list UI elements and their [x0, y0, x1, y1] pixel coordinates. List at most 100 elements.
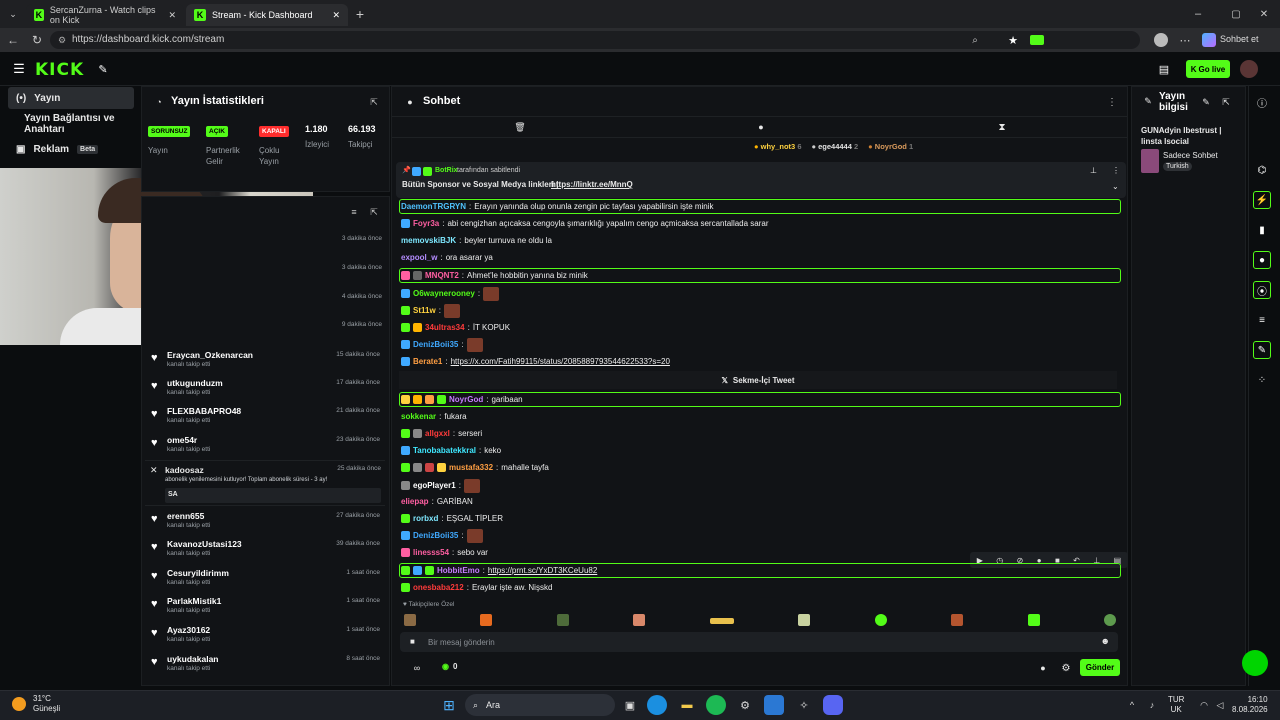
spotify-icon[interactable]: [706, 695, 726, 715]
tab-list-icon[interactable]: ⌄: [6, 8, 20, 20]
info-icon[interactable]: ⓘ: [1253, 93, 1271, 111]
site-info-icon[interactable]: ⚙: [56, 34, 68, 46]
send-button[interactable]: Gönder: [1080, 659, 1120, 676]
chevron-down-icon[interactable]: ⌄: [1112, 182, 1119, 191]
new-tab-icon[interactable]: +: [352, 6, 368, 22]
clock[interactable]: 16:10 8.08.2026: [1232, 695, 1268, 715]
chat-username[interactable]: DenizBoii35: [413, 531, 458, 540]
popout-icon[interactable]: ⇱: [368, 206, 380, 218]
chat-username[interactable]: eliepap: [401, 497, 429, 506]
browser-tab-dashboard[interactable]: K Stream - Kick Dashboard ✕: [186, 4, 348, 26]
unpin-icon[interactable]: ⊥: [1090, 166, 1097, 175]
emote-icon[interactable]: [480, 614, 493, 626]
more-icon[interactable]: ⋮: [1112, 166, 1120, 175]
chat-icon[interactable]: ●: [1253, 251, 1271, 269]
follower-name[interactable]: Eraycan_Ozkenarcan: [167, 350, 253, 360]
app-icon[interactable]: ✧: [794, 695, 814, 715]
emote-icon[interactable]: [798, 614, 811, 626]
theatre-icon[interactable]: ▤: [1156, 62, 1172, 76]
chat-username[interactable]: memovskiBJK: [401, 236, 456, 245]
chat-username[interactable]: MNQNT2: [425, 271, 459, 280]
chat-username[interactable]: Tanobabatekkral: [413, 446, 476, 455]
chat-with-label[interactable]: Sohbet et: [1220, 34, 1259, 44]
edge-icon[interactable]: [647, 695, 667, 715]
star-icon[interactable]: ★: [1006, 33, 1020, 47]
follower-name[interactable]: ome54r: [167, 435, 197, 445]
zoom-icon[interactable]: ⌕: [968, 33, 982, 47]
tag-chip[interactable]: Turkish: [1163, 162, 1192, 171]
back-icon[interactable]: ←: [6, 33, 20, 47]
gear-icon[interactable]: ⚙: [1060, 662, 1072, 674]
emote-icon[interactable]: [709, 618, 734, 624]
steam-icon[interactable]: ⚙: [735, 695, 755, 715]
emote-icon[interactable]: [404, 614, 416, 626]
chat-username[interactable]: onesbaba212: [413, 583, 464, 592]
chat-bubble-icon[interactable]: ●: [755, 121, 767, 133]
close-icon[interactable]: ✕: [332, 10, 340, 21]
chat-username[interactable]: sokkenar: [401, 412, 436, 421]
emote-icon[interactable]: [1103, 614, 1116, 626]
reload-icon[interactable]: ↻: [30, 33, 44, 47]
chat-bubble-icon[interactable]: ●: [1037, 662, 1049, 674]
taskbar-search[interactable]: ⌕ Ara: [465, 694, 615, 716]
chat-input-box[interactable]: ■ Bir mesaj gönderin ☻: [400, 632, 1118, 652]
chat-link[interactable]: https://prnt.sc/YxDT3KCeUu82: [488, 566, 597, 575]
chat-username[interactable]: egoPlayer1: [413, 481, 456, 490]
popout-icon[interactable]: ⇱: [1220, 96, 1232, 108]
hourglass-icon[interactable]: ⧗: [996, 121, 1008, 133]
kick-logo[interactable]: KICK: [35, 60, 84, 80]
bot-icon[interactable]: ⌬: [1253, 161, 1271, 179]
gifter-item[interactable]: ● ege44444 2: [811, 142, 858, 151]
tweet-embed[interactable]: 𝕏 Sekme-İçi Tweet: [399, 371, 1117, 389]
broadcast-icon[interactable]: ⦿: [1253, 281, 1271, 299]
avatar[interactable]: [1154, 33, 1168, 47]
close-window-icon[interactable]: ✕: [1256, 6, 1272, 22]
nav-item-stream[interactable]: (•) Yayın: [8, 87, 134, 109]
subscriber-name[interactable]: kadoosaz: [165, 465, 204, 475]
mic-icon[interactable]: ♪: [1142, 695, 1162, 715]
weather-widget[interactable]: 31°C Güneşli: [33, 694, 60, 714]
user-avatar[interactable]: [1240, 60, 1258, 78]
chat-username[interactable]: 34ultras34: [425, 323, 465, 332]
task-view-icon[interactable]: ▣: [620, 695, 640, 715]
nav-item-ads[interactable]: ▣ Reklam Beta: [8, 138, 134, 160]
trash-icon[interactable]: 🗑: [514, 121, 526, 133]
apps-icon[interactable]: ⁘: [1253, 371, 1271, 389]
popout-icon[interactable]: ⇱: [368, 96, 380, 108]
copilot-icon[interactable]: [1202, 33, 1216, 47]
language-indicator[interactable]: TUR UK: [1168, 695, 1184, 715]
emote-icon[interactable]: [874, 614, 887, 626]
menu-icon[interactable]: ☰: [12, 61, 26, 76]
browser-tab-clips[interactable]: K SercanZurna - Watch clips on Kick ✕: [26, 4, 184, 26]
folder-icon[interactable]: ▬: [677, 695, 697, 715]
chat-username[interactable]: mustafa332: [449, 463, 493, 472]
emote-icon[interactable]: [633, 614, 646, 626]
follower-name[interactable]: erenn655: [167, 511, 204, 521]
follower-name[interactable]: Ayaz30162: [167, 625, 210, 635]
document-icon[interactable]: ▮: [1253, 221, 1271, 239]
emote-icon[interactable]: [556, 614, 569, 626]
help-button[interactable]: [1242, 650, 1268, 676]
wrench-icon[interactable]: ✎: [1253, 341, 1271, 359]
category-name[interactable]: Sadece Sohbet: [1163, 151, 1218, 160]
minimize-icon[interactable]: –: [1190, 6, 1206, 22]
volume-icon[interactable]: ◁: [1210, 695, 1230, 715]
discord-icon[interactable]: [823, 695, 843, 715]
chat-username[interactable]: allgxxl: [425, 429, 450, 438]
chat-username[interactable]: expool_w: [401, 253, 437, 262]
chat-username[interactable]: Berate1: [413, 357, 442, 366]
chat-username[interactable]: linesss54: [413, 548, 449, 557]
emoji-icon[interactable]: ☻: [1101, 636, 1110, 646]
pin-icon[interactable]: ✎: [96, 62, 110, 76]
chat-username[interactable]: St11w: [413, 306, 436, 315]
chat-menu-icon[interactable]: ⋮: [1106, 96, 1118, 108]
library-icon[interactable]: ≡: [1253, 311, 1271, 329]
chat-username[interactable]: Foyr3a: [413, 219, 439, 228]
chat-link[interactable]: https://x.com/Fatih99115/status/20858897…: [451, 357, 670, 366]
windows-start-icon[interactable]: ⊞: [439, 695, 459, 715]
gifter-item[interactable]: ● NoyrGod 1: [868, 142, 913, 151]
lightning-icon[interactable]: ⚡: [1253, 191, 1271, 209]
follower-name[interactable]: Cesuryildirimm: [167, 568, 229, 578]
chat-username[interactable]: NoyrGod: [449, 395, 483, 404]
extension-icon[interactable]: [1030, 35, 1044, 45]
